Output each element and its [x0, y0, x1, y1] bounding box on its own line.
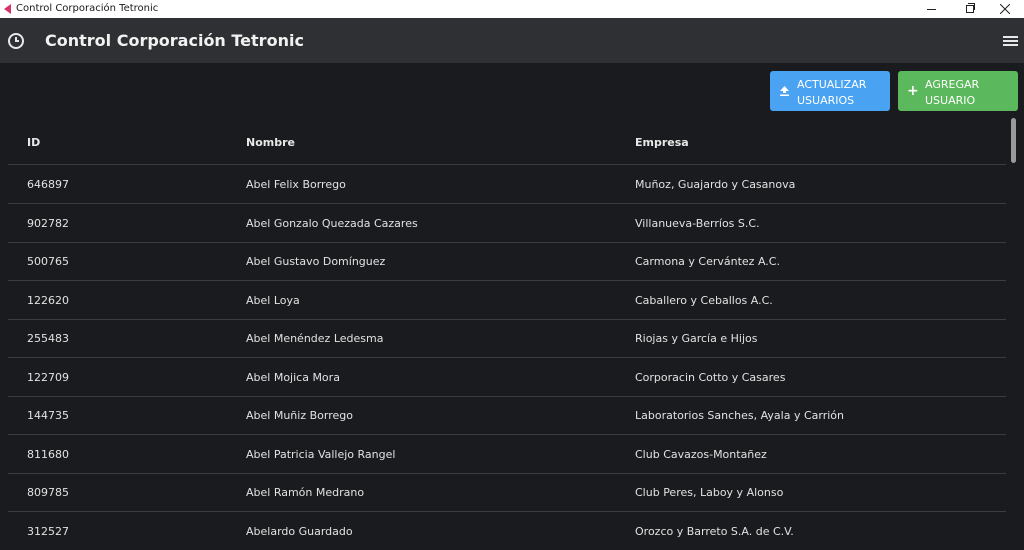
add-user-button[interactable]: + AGREGAR USUARIO [898, 71, 1018, 111]
minimize-button[interactable] [912, 0, 950, 18]
cell-nombre: Abel Ramón Medrano [246, 486, 365, 499]
cell-empresa: Club Cavazos-Montañez [635, 448, 767, 461]
column-header-empresa[interactable]: Empresa [635, 136, 689, 150]
cell-id: 902782 [27, 217, 69, 230]
cell-nombre: Abel Muñiz Borrego [246, 409, 353, 422]
clock-icon[interactable] [8, 33, 24, 49]
table-row[interactable]: 646897 Abel Felix Borrego Muñoz, Guajard… [8, 165, 1006, 204]
cell-id: 122709 [27, 371, 69, 384]
close-icon [1000, 4, 1010, 14]
table-row[interactable]: 122620 Abel Loya Caballero y Ceballos A.… [8, 281, 1006, 320]
table-row[interactable]: 144735 Abel Muñiz Borrego Laboratorios S… [8, 396, 1006, 435]
table-row[interactable]: 811680 Abel Patricia Vallejo Rangel Club… [8, 435, 1006, 474]
cell-empresa: Club Peres, Laboy y Alonso [635, 486, 784, 499]
page-title: Control Corporación Tetronic [45, 31, 304, 50]
cell-id: 646897 [27, 178, 69, 191]
cell-empresa: Villanueva-Berríos S.C. [635, 217, 760, 230]
cell-id: 811680 [27, 448, 69, 461]
app-logo-icon [4, 4, 11, 14]
table-row[interactable]: 902782 Abel Gonzalo Quezada Cazares Vill… [8, 204, 1006, 243]
menu-icon[interactable] [1003, 36, 1018, 47]
cell-nombre: Abel Patricia Vallejo Rangel [246, 448, 396, 461]
cell-id: 809785 [27, 486, 69, 499]
cell-id: 500765 [27, 255, 69, 268]
cell-empresa: Muñoz, Guajardo y Casanova [635, 178, 796, 191]
table-header: ID Nombre Empresa [8, 118, 1006, 165]
cell-empresa: Caballero y Ceballos A.C. [635, 294, 773, 307]
column-header-id[interactable]: ID [27, 136, 40, 150]
cell-nombre: Abel Felix Borrego [246, 178, 346, 191]
vertical-scrollbar[interactable] [1011, 118, 1016, 163]
cell-id: 255483 [27, 332, 69, 345]
cell-nombre: Abel Menéndez Ledesma [246, 332, 384, 345]
cell-nombre: Abel Gonzalo Quezada Cazares [246, 217, 418, 230]
table-row[interactable]: 809785 Abel Ramón Medrano Club Peres, La… [8, 473, 1006, 512]
cell-empresa: Corporacin Cotto y Casares [635, 371, 786, 384]
restore-button[interactable] [950, 0, 988, 18]
update-users-label: ACTUALIZAR USUARIOS [797, 78, 867, 107]
app-header: Control Corporación Tetronic [0, 18, 1024, 63]
minimize-icon [927, 9, 936, 10]
update-users-button[interactable]: ACTUALIZAR USUARIOS [770, 71, 890, 111]
restore-icon-front [966, 5, 974, 13]
plus-icon: + [907, 83, 919, 99]
table-row[interactable]: 312527 Abelardo Guardado Orozco y Barret… [8, 512, 1006, 550]
cell-empresa: Riojas y García e Hijos [635, 332, 758, 345]
cell-nombre: Abel Loya [246, 294, 300, 307]
close-button[interactable] [986, 0, 1024, 18]
cell-empresa: Carmona y Cervántez A.C. [635, 255, 780, 268]
add-user-label: AGREGAR USUARIO [925, 78, 980, 107]
cell-id: 122620 [27, 294, 69, 307]
column-header-nombre[interactable]: Nombre [246, 136, 295, 150]
window-title: Control Corporación Tetronic [16, 3, 159, 14]
cell-nombre: Abel Gustavo Domínguez [246, 255, 386, 268]
os-title-bar: Control Corporación Tetronic [0, 0, 1024, 18]
cell-empresa: Laboratorios Sanches, Ayala y Carrión [635, 409, 844, 422]
upload-icon [780, 86, 789, 96]
cell-nombre: Abel Mojica Mora [246, 371, 340, 384]
table-row[interactable]: 500765 Abel Gustavo Domínguez Carmona y … [8, 242, 1006, 281]
cell-id: 144735 [27, 409, 69, 422]
table-row[interactable]: 122709 Abel Mojica Mora Corporacin Cotto… [8, 358, 1006, 397]
table-row[interactable]: 255483 Abel Menéndez Ledesma Riojas y Ga… [8, 319, 1006, 358]
